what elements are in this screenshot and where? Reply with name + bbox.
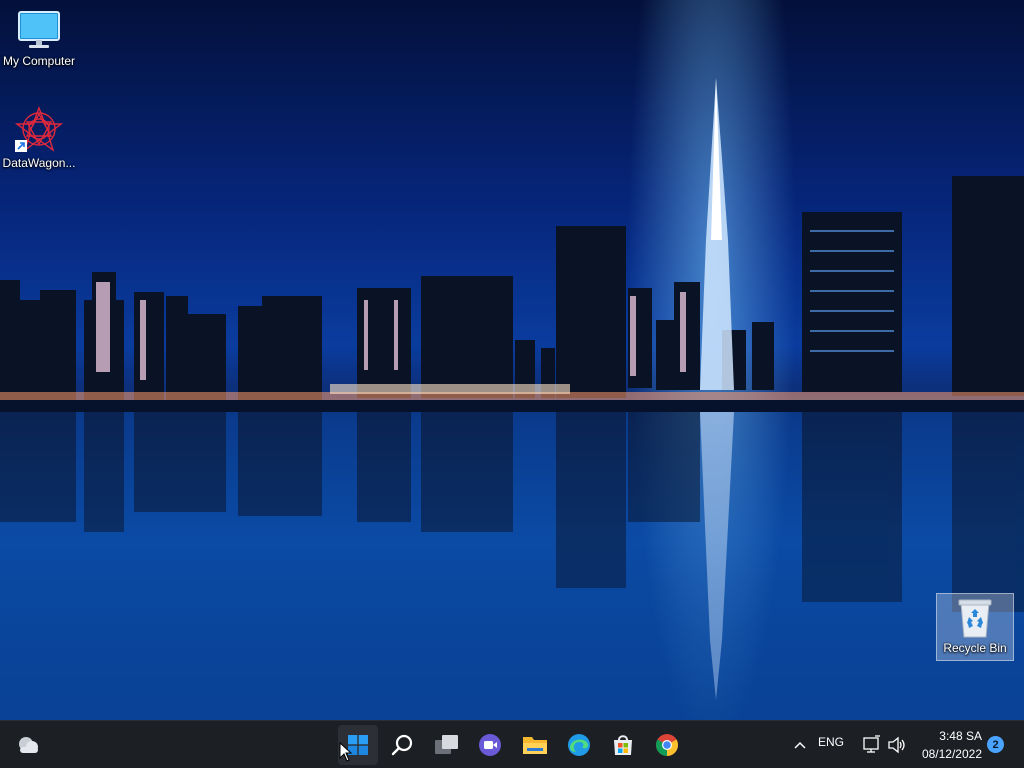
monitor-icon [18, 11, 60, 48]
chrome-browser-button[interactable] [647, 725, 687, 765]
folder-icon [523, 737, 547, 754]
desktop[interactable]: My Computer DataWagon... Recycle Bin [0, 0, 1024, 720]
volume-button[interactable] [887, 733, 907, 757]
recycle-bin-icon [958, 599, 992, 638]
mouse-cursor-icon [339, 742, 353, 762]
wallpaper-city-skyline [0, 78, 1024, 720]
search-icon [391, 734, 413, 756]
weather-widget-button[interactable] [8, 725, 48, 765]
datawagon-star-icon [15, 106, 63, 152]
chevron-up-icon [794, 741, 806, 749]
network-button[interactable] [862, 733, 882, 757]
search-button[interactable] [383, 725, 423, 765]
edge-icon [568, 734, 590, 756]
clock-date: 08/12/2022 [921, 747, 982, 761]
speaker-icon [888, 736, 905, 754]
file-explorer-button[interactable] [515, 725, 555, 765]
network-monitor-icon [863, 735, 880, 753]
desktop-icon-label: My Computer [2, 54, 76, 68]
language-indicator[interactable]: ENG [818, 735, 844, 749]
weather-cloud-icon [19, 737, 38, 753]
clock-time: 3:48 SA [939, 729, 982, 743]
desktop-icon-label: DataWagon... [2, 156, 76, 170]
chat-button[interactable] [470, 725, 510, 765]
microsoft-store-button[interactable] [603, 725, 643, 765]
chat-camera-icon [479, 734, 501, 756]
taskbar: ENG 3:48 SA 08/12/2022 2 [0, 720, 1024, 768]
desktop-icon-label: Recycle Bin [943, 641, 1007, 655]
store-bag-icon [614, 735, 632, 755]
notification-center-badge[interactable]: 2 [987, 736, 1004, 753]
desktop-icon-my-computer[interactable]: My Computer [0, 10, 78, 68]
clock[interactable]: 3:48 SA 08/12/2022 [912, 727, 982, 763]
desktop-icon-recycle-bin[interactable]: Recycle Bin [936, 593, 1014, 661]
task-view-button[interactable] [427, 725, 467, 765]
edge-browser-button[interactable] [559, 725, 599, 765]
task-view-icon [435, 735, 458, 754]
show-hidden-icons-button[interactable] [788, 731, 812, 759]
chrome-icon [656, 734, 678, 756]
desktop-icon-datawagon[interactable]: DataWagon... [0, 106, 78, 170]
